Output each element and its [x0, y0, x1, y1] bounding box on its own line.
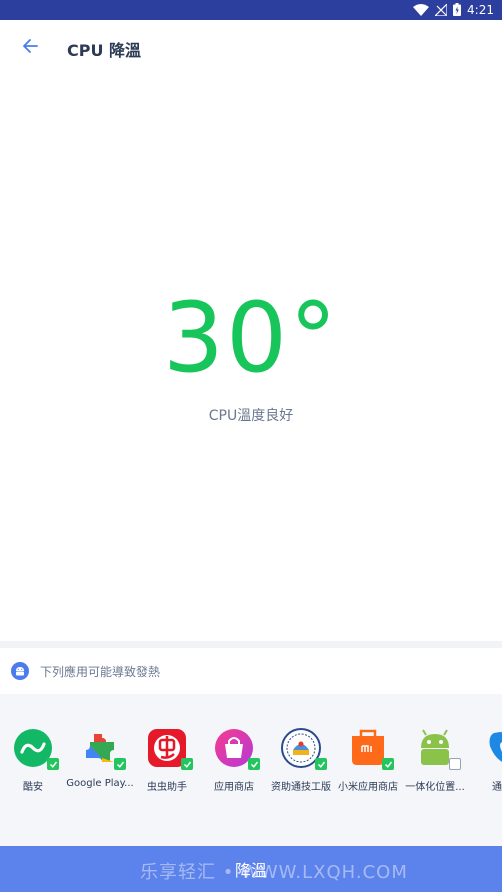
arrow-left-icon — [22, 38, 38, 58]
app-label: 应用商店 — [214, 782, 254, 793]
warning-text: 下列應用可能導致發熱 — [40, 665, 161, 679]
no-signal-icon — [433, 1, 448, 20]
battery-icon — [453, 1, 462, 20]
app-label: 资助通技工版 — [271, 782, 331, 793]
app-item-location[interactable]: 一体化位置... — [398, 728, 472, 793]
xiaomi-store-icon — [348, 728, 394, 770]
chongchong-icon — [147, 728, 193, 770]
app-bar: CPU 降溫 — [0, 20, 502, 76]
app-checkbox[interactable] — [449, 758, 461, 770]
status-icons: 4:21 — [413, 2, 494, 18]
app-checkbox[interactable] — [47, 758, 59, 770]
status-bar: 4:21 — [0, 0, 502, 20]
back-button[interactable] — [14, 32, 46, 64]
app-label: Google Play... — [66, 778, 134, 789]
app-item-coolapk[interactable]: 酷安 — [0, 728, 70, 793]
app-item-chongchong[interactable]: 虫虫助手 — [130, 728, 204, 793]
warning-row: 下列應用可能導致發熱 — [0, 648, 502, 694]
app-checkbox[interactable] — [181, 758, 193, 770]
app-label: 一体化位置... — [405, 782, 465, 793]
phone-icon — [482, 728, 502, 768]
app-list: 酷安 Google Play... 虫虫助手 应用商店 资助通技工版 小米应用商… — [0, 694, 502, 846]
app-item-google-play-services[interactable]: Google Play... — [63, 728, 137, 789]
app-label: 酷安 — [23, 782, 43, 793]
app-item-app-store[interactable]: 应用商店 — [197, 728, 271, 793]
temperature-value: 30° — [162, 282, 340, 394]
app-item-xiaomi-store[interactable]: 小米应用商店 — [331, 728, 405, 793]
coolapk-icon — [13, 728, 59, 770]
page-title: CPU 降溫 — [67, 41, 142, 60]
watermark: 乐享轻汇 • WWW.LXQH.COM — [140, 862, 408, 883]
google-play-services-icon — [80, 728, 126, 770]
app-label: 通话 — [492, 782, 502, 793]
app-item-phone[interactable]: 通话 — [465, 728, 502, 793]
app-checkbox[interactable] — [248, 758, 260, 770]
app-label: 小米应用商店 — [338, 782, 398, 793]
zizhutong-icon — [281, 728, 327, 770]
app-checkbox[interactable] — [315, 758, 327, 770]
wifi-icon — [413, 1, 430, 20]
app-checkbox[interactable] — [382, 758, 394, 770]
app-store-icon — [214, 728, 260, 770]
section-divider — [0, 641, 502, 648]
app-checkbox[interactable] — [114, 758, 126, 770]
status-time: 4:21 — [467, 3, 494, 17]
android-robot-icon — [11, 662, 29, 680]
app-label: 虫虫助手 — [147, 782, 187, 793]
temperature-status: CPU溫度良好 — [208, 408, 294, 424]
app-item-zizhutong[interactable]: 资助通技工版 — [264, 728, 338, 793]
android-icon — [415, 728, 461, 770]
